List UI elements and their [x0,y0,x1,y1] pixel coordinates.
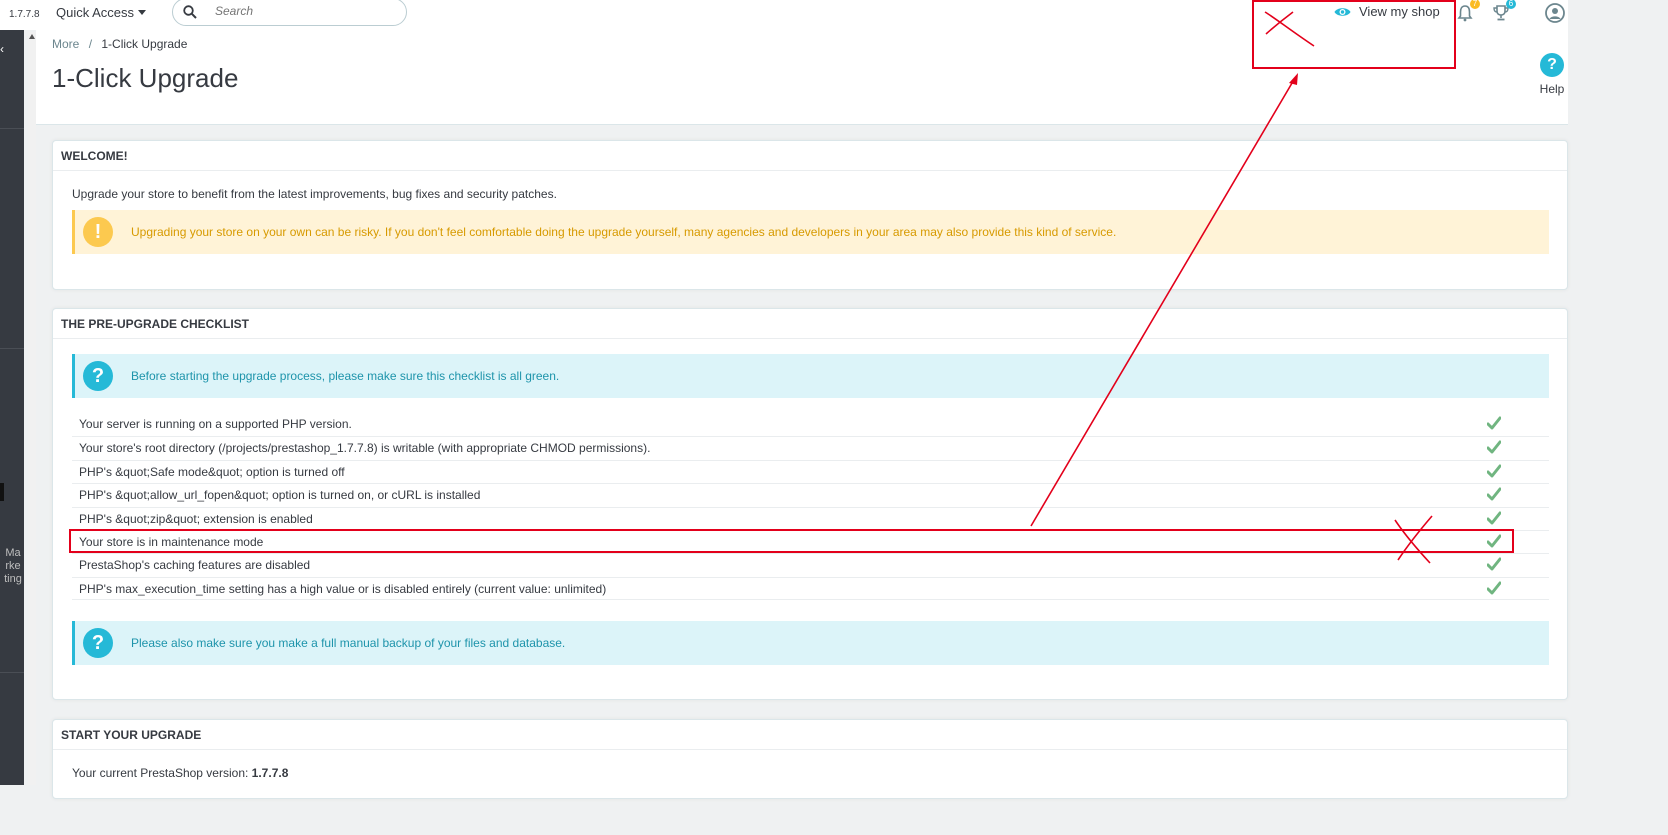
sidebar-divider [0,672,24,673]
check-icon [1487,416,1501,430]
current-version-label: Your current PrestaShop version: [72,766,249,780]
checklist-item-label: Your store's root directory (/projects/p… [79,441,651,456]
check-icon [1487,487,1501,501]
checklist-item-label: PHP's &quot;Safe mode&quot; option is tu… [79,464,345,479]
achievements-button[interactable]: 6 [1492,0,1516,22]
checklist-row: PHP's &quot;zip&quot; extension is enabl… [72,506,1549,530]
quick-access-dropdown[interactable]: Quick Access [56,5,147,20]
breadcrumb-separator: / [88,37,93,51]
version-label: 1.7.7.8 [9,9,40,20]
help-label: Help [1539,82,1565,96]
eye-icon [1334,7,1351,16]
sidebar-item-marketing[interactable]: Marketing [4,547,22,586]
checklist-info-alert: ? Before starting the upgrade process, p… [72,354,1549,398]
search-icon [183,5,197,19]
checklist-row: Your store is in maintenance mode [72,529,1549,553]
quick-access-label: Quick Access [56,5,135,20]
check-icon [1487,581,1501,595]
search-input[interactable] [215,4,395,18]
checklist-item-label: PrestaShop's caching features are disabl… [79,558,311,573]
page-header: More / 1-Click Upgrade 1-Click Upgrade ?… [36,30,1568,125]
check-icon [1487,534,1501,548]
breadcrumb-parent-link[interactable]: More [52,37,79,51]
caret-down-icon [138,10,147,15]
page-title: 1-Click Upgrade [52,63,239,93]
user-menu-button[interactable] [1545,3,1565,23]
welcome-panel: WELCOME! Upgrade your store to benefit f… [52,140,1568,290]
checklist-row: Your server is running on a supported PH… [72,413,1549,436]
checklist-row: PrestaShop's caching features are disabl… [72,553,1549,576]
checklist-item-label: PHP's &quot;allow_url_fopen&quot; option… [79,488,481,503]
view-shop-link[interactable]: View my shop [1334,4,1440,19]
exclamation-icon: ! [83,217,113,247]
notification-count-badge: 7 [1470,0,1480,9]
sidebar-active-marker [0,483,4,501]
question-icon: ? [83,628,113,658]
check-icon [1487,511,1501,525]
current-version-value: 1.7.7.8 [251,766,289,780]
breadcrumb: More / 1-Click Upgrade [52,37,187,51]
welcome-intro: Upgrade your store to benefit from the l… [72,187,557,201]
start-upgrade-heading: START YOUR UPGRADE [53,720,1567,750]
checklist-item-label: Your server is running on a supported PH… [79,417,352,431]
breadcrumb-current: 1-Click Upgrade [101,37,188,51]
checklist-row: PHP's &quot;Safe mode&quot; option is tu… [72,459,1549,483]
start-upgrade-panel: START YOUR UPGRADE Your current PrestaSh… [52,719,1568,799]
checklist-item-label: PHP's &quot;zip&quot; extension is enabl… [79,511,313,526]
check-icon [1487,464,1501,478]
risk-warning-alert: ! Upgrading your store on your own can b… [72,210,1549,254]
backup-info-alert: ? Please also make sure you make a full … [72,621,1549,665]
sidebar: ‹ Marketing [0,30,24,785]
backup-info-text: Please also make sure you make a full ma… [131,636,566,650]
checklist-heading: THE PRE-UPGRADE CHECKLIST [53,309,1567,339]
checklist-info-text: Before starting the upgrade process, ple… [131,369,560,383]
search-box[interactable] [172,0,407,26]
checklist-table: Your server is running on a supported PH… [72,413,1549,601]
checklist-row: Your store's root directory (/projects/p… [72,436,1549,459]
achievement-count-badge: 6 [1506,0,1516,9]
sidebar-divider [0,348,24,349]
checklist-row: PHP's &quot;allow_url_fopen&quot; option… [72,483,1549,506]
risk-warning-text: Upgrading your store on your own can be … [131,225,1117,239]
question-icon: ? [83,361,113,391]
scroll-up-icon[interactable] [29,34,35,39]
checklist-panel: THE PRE-UPGRADE CHECKLIST ? Before start… [52,308,1568,700]
checklist-item-label: Your store is in maintenance mode [79,534,264,549]
check-icon [1487,557,1501,571]
checklist-item-label: PHP's max_execution_time setting has a h… [79,581,607,596]
welcome-heading: WELCOME! [53,141,1567,171]
sidebar-divider [0,128,24,129]
user-icon [1545,3,1565,23]
collapse-icon[interactable]: ‹ [0,42,4,56]
notifications-button[interactable]: 7 [1456,0,1480,22]
view-shop-label: View my shop [1359,4,1440,19]
help-icon: ? [1540,53,1564,77]
help-button[interactable]: ? Help [1537,53,1567,96]
checklist-row: PHP's max_execution_time setting has a h… [72,576,1549,601]
top-header: 1.7.7.8 Quick Access View my shop 7 6 [0,0,1568,30]
scrollbar[interactable] [28,32,36,785]
current-version-line: Your current PrestaShop version: 1.7.7.8 [72,766,288,780]
check-icon [1487,440,1501,454]
